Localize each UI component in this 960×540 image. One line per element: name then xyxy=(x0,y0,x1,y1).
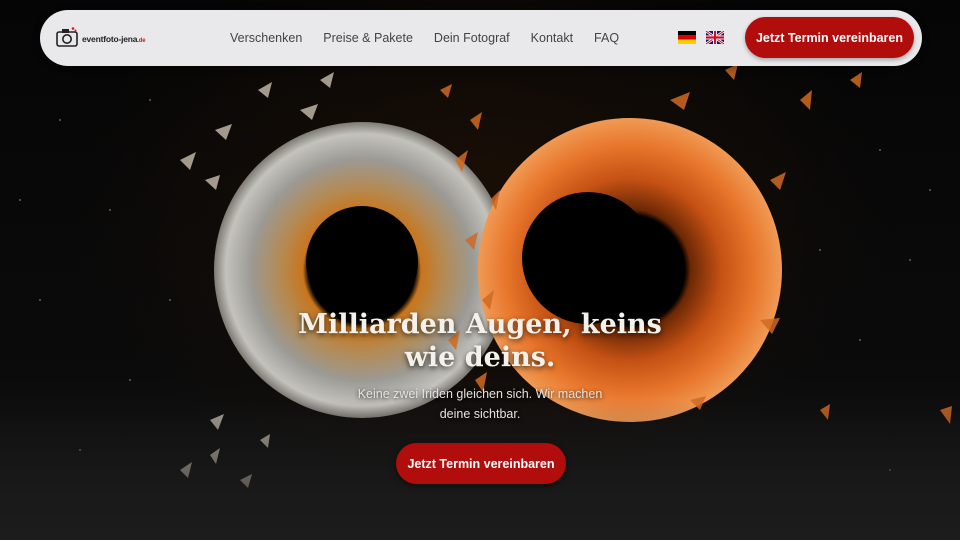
book-appointment-button-hero[interactable]: Jetzt Termin vereinbaren xyxy=(396,443,566,484)
nav-preise-pakete[interactable]: Preise & Pakete xyxy=(323,31,413,45)
uk-flag-icon[interactable] xyxy=(706,31,724,44)
nav-verschenken[interactable]: Verschenken xyxy=(230,31,302,45)
hero-subtext-line-2: deine sichtbar. xyxy=(439,407,521,421)
german-flag-icon[interactable] xyxy=(678,31,696,44)
hero-subtext-line-1: Keine zwei Iriden gleichen sich. Wir mac… xyxy=(357,387,603,401)
site-logo[interactable]: eventfoto-jena.de xyxy=(56,24,166,52)
hero-headline: Milliarden Augen, keins wie deins. xyxy=(280,308,680,374)
logo-tld: .de xyxy=(137,38,146,44)
book-appointment-button-nav[interactable]: Jetzt Termin vereinbaren xyxy=(745,17,914,58)
hero-subtext: Keine zwei Iriden gleichen sich. Wir mac… xyxy=(330,384,630,424)
nav-faq[interactable]: FAQ xyxy=(594,31,619,45)
nav-kontakt[interactable]: Kontakt xyxy=(531,31,573,45)
main-menu: Verschenken Preise & Pakete Dein Fotogra… xyxy=(230,10,640,66)
nav-dein-fotograf[interactable]: Dein Fotograf xyxy=(434,31,510,45)
logo-wordmark: eventfoto-jena.de xyxy=(82,34,146,44)
hero-headline-line-2: wie deins. xyxy=(404,342,556,373)
hero-headline-line-1: Milliarden Augen, keins xyxy=(298,309,662,340)
top-navigation: eventfoto-jena.de Verschenken Preise & P… xyxy=(40,10,922,66)
camera-icon xyxy=(56,27,78,47)
